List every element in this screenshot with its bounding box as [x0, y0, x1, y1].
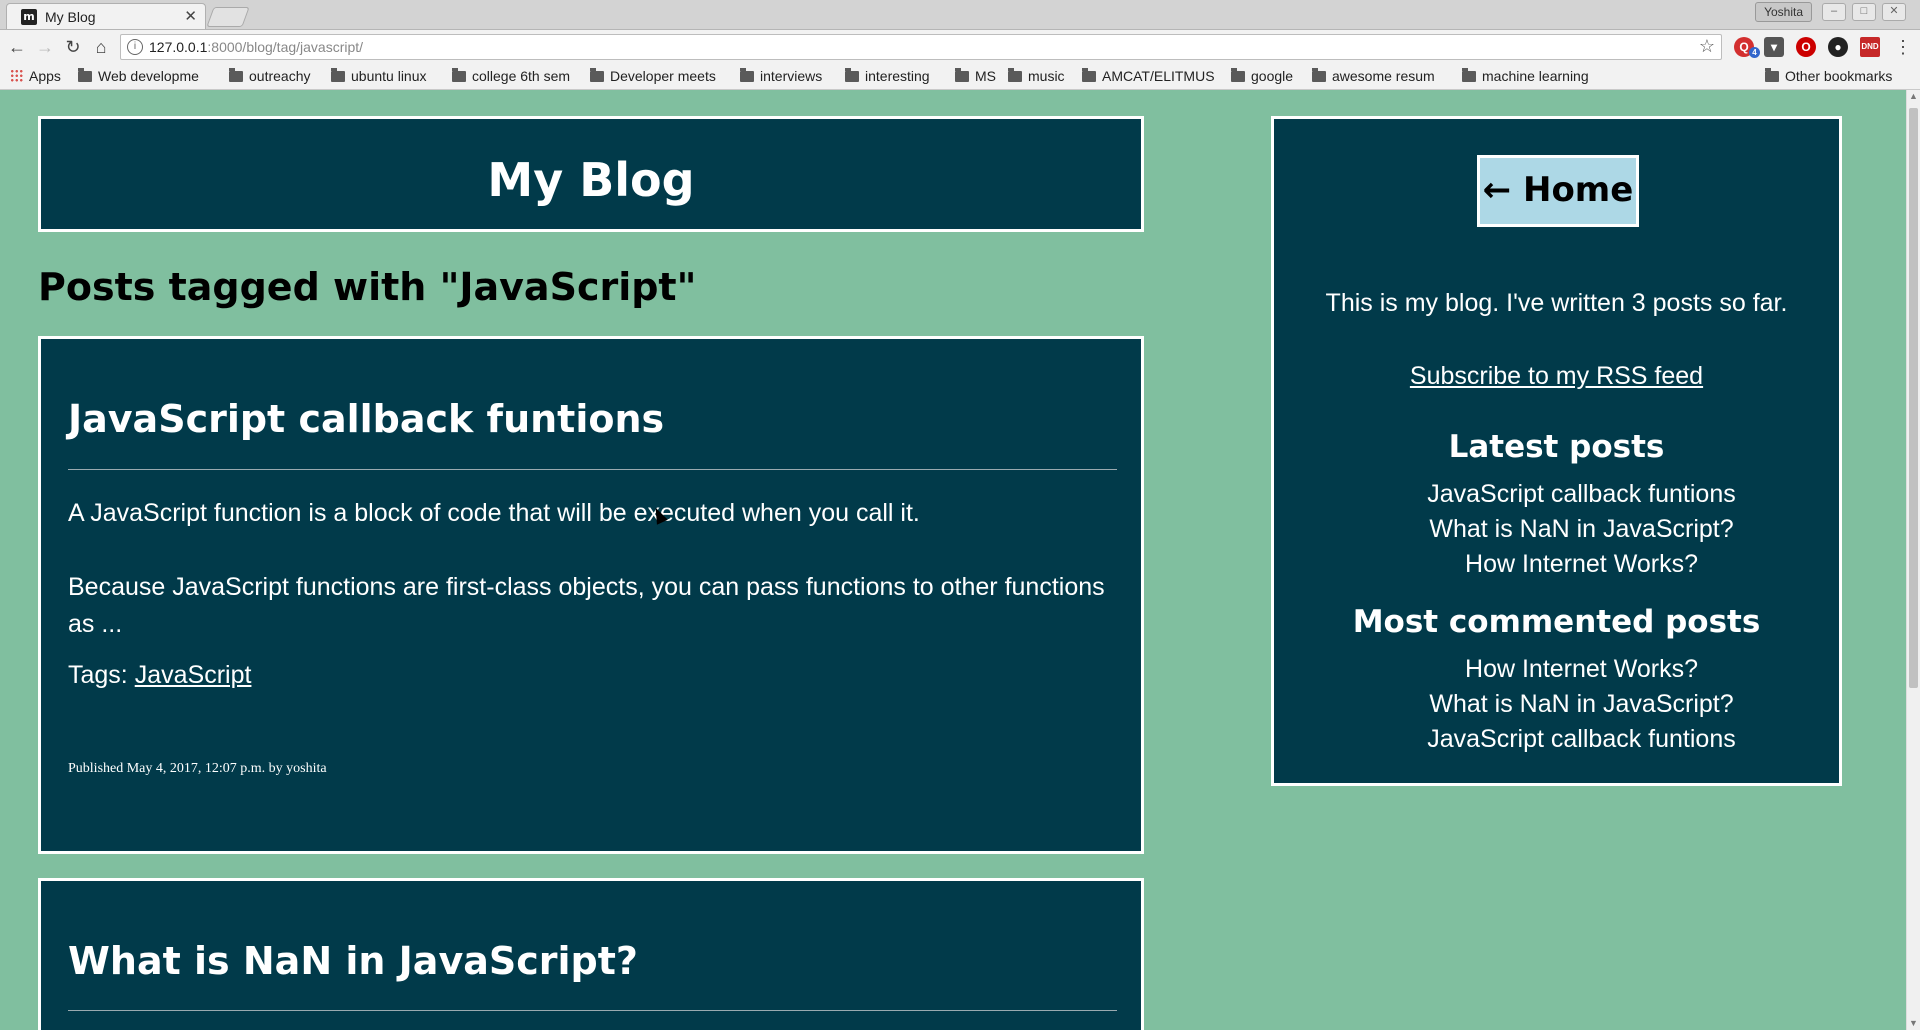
tag-link-javascript[interactable]: JavaScript: [135, 661, 252, 689]
extension-badge: 4: [1749, 47, 1760, 58]
folder-icon: [78, 68, 92, 82]
most-commented-link[interactable]: JavaScript callback funtions: [1324, 722, 1839, 757]
browser-tab[interactable]: m My Blog ✕: [6, 3, 206, 29]
maximize-icon[interactable]: □: [1852, 3, 1876, 21]
post-card: JavaScript callback funtions A JavaScrip…: [38, 336, 1144, 854]
dnd-icon[interactable]: DND: [1860, 37, 1880, 57]
url-text[interactable]: 127.0.0.1:8000/blog/tag/javascript/: [149, 39, 363, 55]
folder-icon: [229, 68, 243, 82]
pocket-icon[interactable]: ▾: [1764, 37, 1784, 57]
post-tags: Tags: JavaScript: [68, 661, 251, 690]
folder-icon: [1082, 68, 1096, 82]
post-card: What is NaN in JavaScript?: [38, 878, 1144, 1030]
bookmark-folder[interactable]: MS: [955, 68, 996, 84]
bookmark-folder[interactable]: awesome resum: [1312, 68, 1435, 84]
tab-strip: m My Blog ✕ Yoshita – □ ✕: [0, 0, 1920, 30]
url-host: 127.0.0.1: [149, 39, 208, 55]
bookmark-folder[interactable]: ubuntu linux: [331, 68, 427, 84]
folder-icon: [331, 68, 345, 82]
new-tab-button[interactable]: [206, 7, 250, 27]
bookmark-folder[interactable]: interviews: [740, 68, 822, 84]
close-tab-icon[interactable]: ✕: [184, 7, 197, 25]
page-viewport: My Blog Posts tagged with "JavaScript" J…: [0, 90, 1920, 1030]
bookmarks-bar: Apps Web developme outreachy ubuntu linu…: [0, 64, 1920, 90]
folder-icon: [1008, 68, 1022, 82]
url-path: :8000/blog/tag/javascript/: [207, 39, 364, 55]
blog-intro: This is my blog. I've written 3 posts so…: [1325, 289, 1788, 317]
post-excerpt: A JavaScript function is a block of code…: [68, 499, 920, 527]
opera-icon[interactable]: O: [1796, 37, 1816, 57]
scroll-down-icon[interactable]: ▼: [1909, 1019, 1918, 1028]
minimize-icon[interactable]: –: [1822, 3, 1846, 21]
rss-link-wrap: Subscribe to my RSS feed: [1274, 362, 1839, 391]
close-window-icon[interactable]: ✕: [1882, 3, 1906, 21]
latest-post-link[interactable]: How Internet Works?: [1324, 547, 1839, 582]
site-header: My Blog: [38, 116, 1144, 232]
most-commented-list: How Internet Works? What is NaN in JavaS…: [1274, 652, 1839, 757]
apps-grid-icon: [10, 69, 23, 82]
browser-toolbar: ← → ↻ ⌂ i 127.0.0.1:8000/blog/tag/javasc…: [0, 30, 1920, 64]
folder-icon: [845, 68, 859, 82]
bookmark-folder[interactable]: interesting: [845, 68, 930, 84]
post-title-link[interactable]: What is NaN in JavaScript?: [68, 939, 638, 983]
site-title: My Blog: [487, 153, 695, 207]
forward-icon[interactable]: →: [34, 36, 56, 58]
folder-icon: [1462, 68, 1476, 82]
favicon-icon: m: [21, 9, 37, 25]
latest-posts-heading: Latest posts: [1448, 429, 1665, 465]
scrollbar-thumb[interactable]: [1909, 108, 1918, 688]
menu-icon[interactable]: ⋮: [1892, 36, 1914, 58]
post-divider: [68, 469, 1117, 470]
bookmark-folder[interactable]: Developer meets: [590, 68, 716, 84]
folder-icon: [590, 68, 604, 82]
folder-icon: [1765, 68, 1779, 82]
folder-icon: [452, 68, 466, 82]
latest-post-link[interactable]: JavaScript callback funtions: [1324, 477, 1839, 512]
most-commented-heading: Most commented posts: [1352, 604, 1761, 640]
latest-posts-list: JavaScript callback funtions What is NaN…: [1274, 477, 1839, 582]
bookmark-star-icon[interactable]: ☆: [1699, 36, 1715, 57]
tab-title: My Blog: [45, 9, 96, 25]
back-icon[interactable]: ←: [6, 36, 28, 58]
bookmark-folder[interactable]: machine learning: [1462, 68, 1589, 84]
profile-button[interactable]: Yoshita: [1755, 2, 1812, 22]
folder-icon: [1231, 68, 1245, 82]
post-divider: [68, 1010, 1117, 1011]
scroll-up-icon[interactable]: ▲: [1909, 92, 1918, 101]
most-commented-link[interactable]: How Internet Works?: [1324, 652, 1839, 687]
bookmark-folder[interactable]: college 6th sem: [452, 68, 570, 84]
post-title-link[interactable]: JavaScript callback funtions: [68, 397, 664, 441]
most-commented-link[interactable]: What is NaN in JavaScript?: [1324, 687, 1839, 722]
home-button[interactable]: ← Home: [1477, 155, 1639, 227]
rss-link[interactable]: Subscribe to my RSS feed: [1410, 362, 1703, 390]
other-bookmarks[interactable]: Other bookmarks: [1765, 68, 1892, 84]
post-excerpt: Because JavaScript functions are first-c…: [68, 573, 1105, 638]
address-bar[interactable]: i 127.0.0.1:8000/blog/tag/javascript/ ☆: [120, 34, 1722, 60]
tag-heading: Posts tagged with "JavaScript": [38, 265, 697, 309]
bookmark-apps[interactable]: Apps: [10, 68, 61, 84]
folder-icon: [740, 68, 754, 82]
home-icon[interactable]: ⌂: [90, 36, 112, 58]
tags-label: Tags:: [68, 661, 128, 689]
bookmark-folder[interactable]: AMCAT/ELITMUS: [1082, 68, 1215, 84]
reload-icon[interactable]: ↻: [62, 36, 84, 58]
folder-icon: [1312, 68, 1326, 82]
post-meta: Published May 4, 2017, 12:07 p.m. by yos…: [68, 761, 327, 776]
page-scrollbar[interactable]: ▲ ▼: [1906, 90, 1920, 1030]
bookmark-folder[interactable]: google: [1231, 68, 1293, 84]
latest-post-link[interactable]: What is NaN in JavaScript?: [1324, 512, 1839, 547]
folder-icon: [955, 68, 969, 82]
bookmark-folder[interactable]: Web developme: [78, 68, 199, 84]
github-icon[interactable]: ●: [1828, 37, 1848, 57]
info-icon[interactable]: i: [127, 39, 143, 55]
bookmark-folder[interactable]: music: [1008, 68, 1065, 84]
bookmark-folder[interactable]: outreachy: [229, 68, 310, 84]
sidebar: ← Home This is my blog. I've written 3 p…: [1271, 116, 1842, 786]
